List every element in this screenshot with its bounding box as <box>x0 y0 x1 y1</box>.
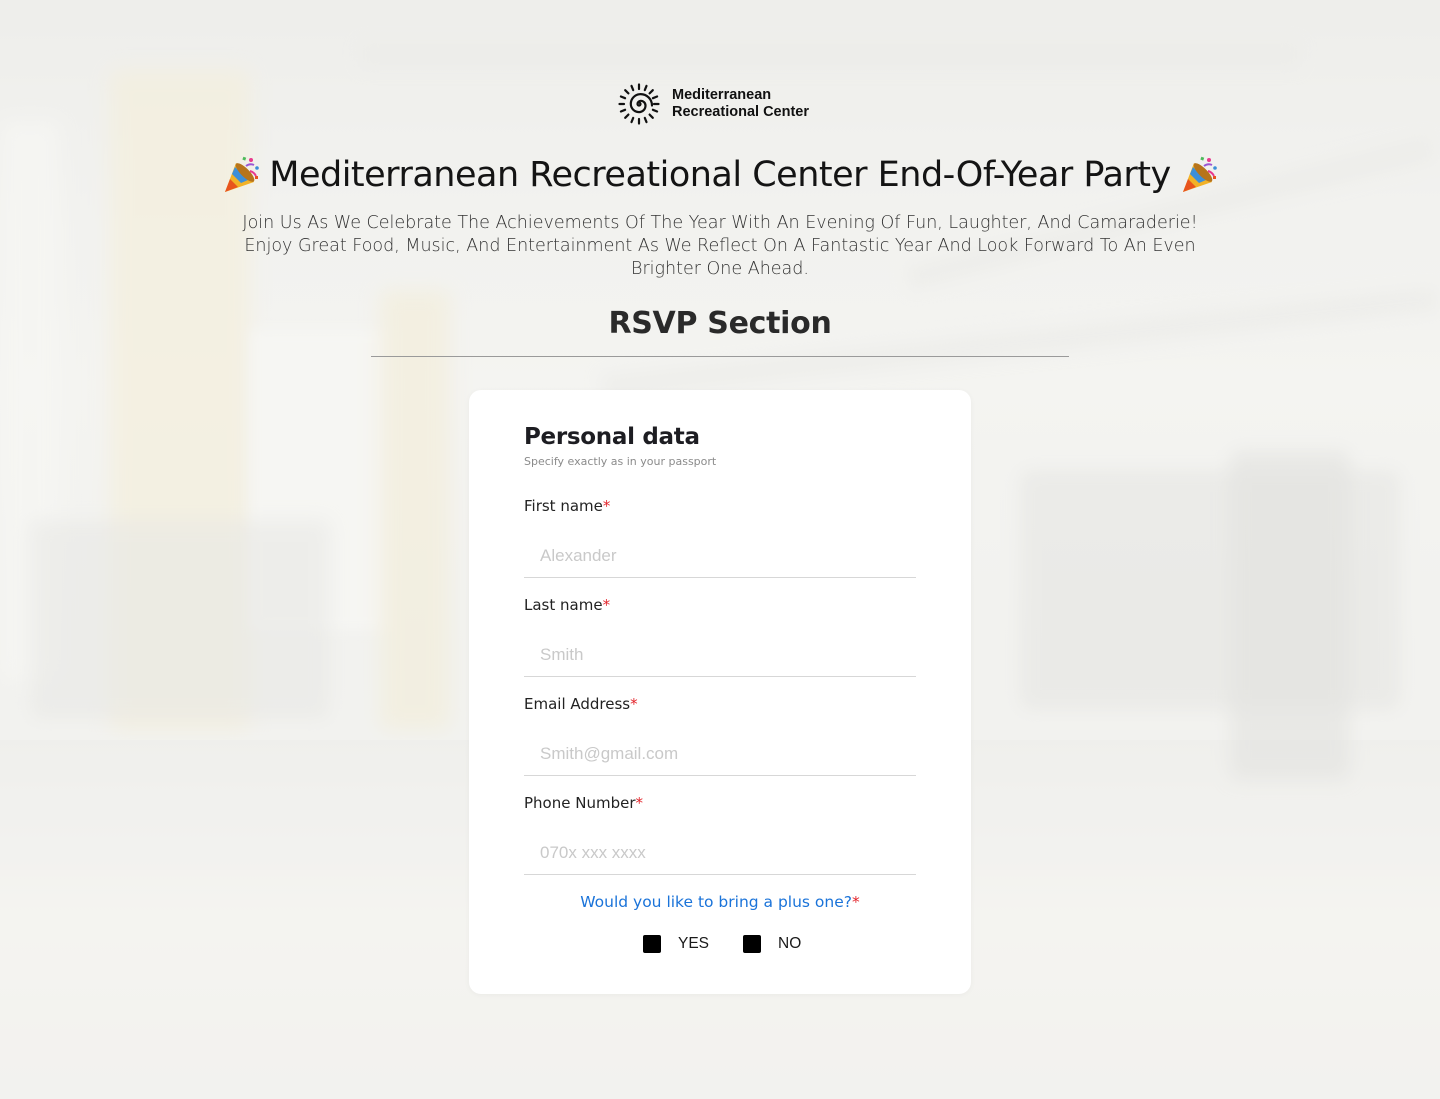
required-asterisk: * <box>635 794 644 812</box>
section-divider <box>371 356 1069 357</box>
email-input[interactable] <box>524 732 916 776</box>
email-label-text: Email Address <box>524 695 631 713</box>
last-name-label: Last name* <box>524 595 916 615</box>
brand-name: Mediterranean Recreational Center <box>672 87 809 121</box>
first-name-label: First name* <box>524 496 916 516</box>
plus-one-no-option[interactable]: NO <box>743 935 801 953</box>
plus-one-question-text: Would you like to bring a plus one? <box>580 893 852 911</box>
form-subtitle: Specify exactly as in your passport <box>524 455 717 468</box>
no-checkbox[interactable] <box>743 935 762 953</box>
brand-logo-block[interactable]: Mediterranean Recreational Center <box>618 82 809 126</box>
plus-one-yes-option[interactable]: YES <box>643 935 709 953</box>
required-asterisk: * <box>602 497 611 515</box>
phone-input[interactable] <box>524 831 916 875</box>
first-name-field: First name* <box>524 496 916 578</box>
first-name-input[interactable] <box>524 534 916 578</box>
page-title-text: Mediterranean Recreational Center End-Of… <box>269 155 1171 195</box>
first-name-label-text: First name <box>524 497 603 515</box>
brand-name-line1: Mediterranean <box>672 87 772 103</box>
party-popper-icon <box>1182 156 1217 192</box>
required-asterisk: * <box>852 893 860 911</box>
required-asterisk: * <box>602 596 611 614</box>
email-label: Email Address* <box>524 694 916 714</box>
phone-field: Phone Number* <box>524 793 916 875</box>
plus-one-question: Would you like to bring a plus one?* <box>469 893 971 911</box>
yes-checkbox[interactable] <box>643 935 661 953</box>
rsvp-heading: RSVP Section <box>608 306 832 341</box>
brand-name-line2: Recreational Center <box>672 104 809 120</box>
event-description: Join Us As We Celebrate The Achievements… <box>242 213 1198 279</box>
page-title: Mediterranean Recreational Center End-Of… <box>0 155 1440 195</box>
form-title: Personal data <box>524 424 700 450</box>
page: Mediterranean Recreational Center Medite… <box>0 0 1440 1099</box>
spiral-sun-icon <box>618 83 660 125</box>
phone-label-text: Phone Number <box>524 794 636 812</box>
last-name-label-text: Last name <box>524 596 603 614</box>
last-name-input[interactable] <box>524 633 916 677</box>
required-asterisk: * <box>630 695 638 713</box>
plus-one-options: YES NO <box>643 935 801 953</box>
no-label: NO <box>778 935 802 952</box>
last-name-field: Last name* <box>524 595 916 677</box>
rsvp-form-card: Personal data Specify exactly as in your… <box>469 390 971 994</box>
phone-label: Phone Number* <box>524 793 916 813</box>
yes-label: YES <box>678 935 710 952</box>
email-field: Email Address* <box>524 694 916 776</box>
party-popper-icon <box>225 156 260 192</box>
